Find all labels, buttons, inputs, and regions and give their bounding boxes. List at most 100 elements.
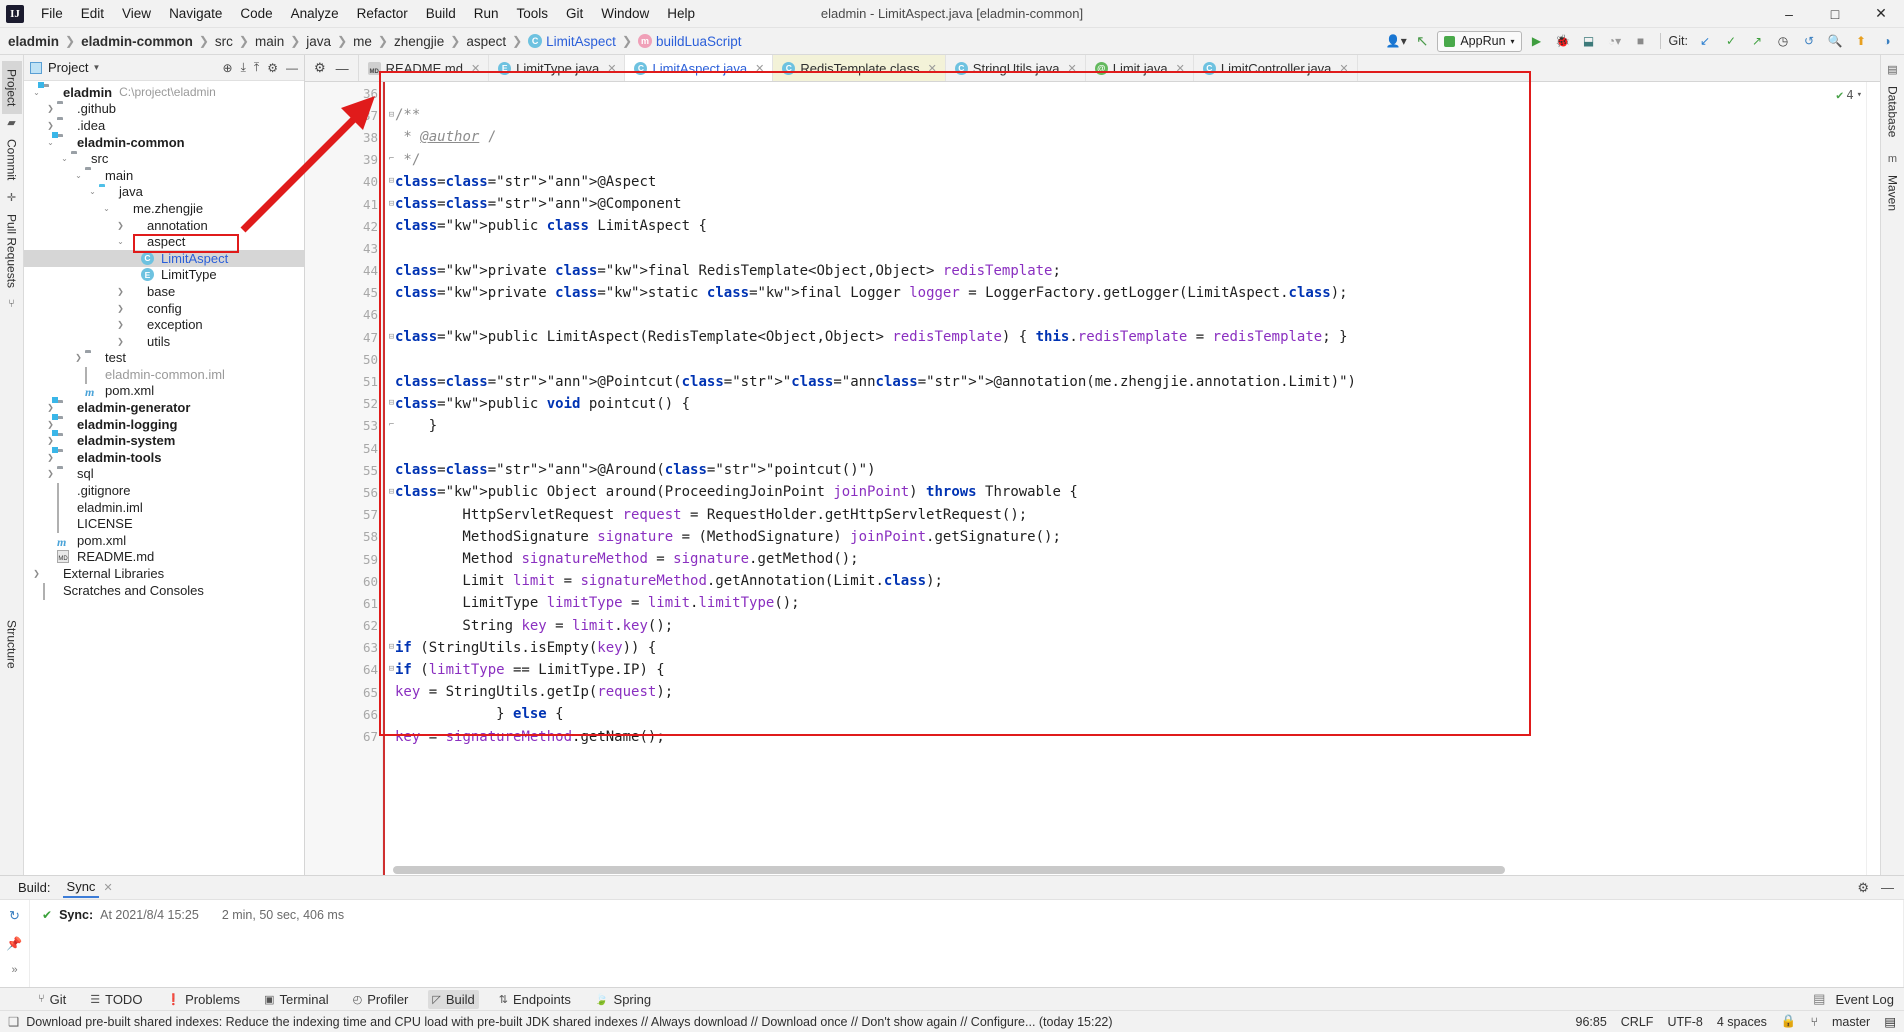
rail-item-structure[interactable]: Structure (2, 612, 22, 677)
breadcrumb-main[interactable]: main (255, 34, 284, 49)
code-line[interactable]: key = signatureMethod .getName(); (395, 725, 1866, 747)
memory-indicator[interactable]: ▤ (1884, 1014, 1896, 1029)
code-line[interactable]: ⊟ class = class ="str">"ann">@Aspect (389, 171, 1866, 193)
tree-node-java[interactable]: ⌄ java (24, 184, 304, 201)
fold-open-icon[interactable]: ⊟ (387, 643, 396, 652)
code-line[interactable]: MethodSignature signature = (MethodSigna… (395, 526, 1866, 548)
tree-node-pom-xml[interactable]: m pom.xml (24, 532, 304, 549)
close-tab-icon[interactable]: ✕ (1176, 62, 1185, 75)
editor-gutter[interactable]: 36 37 38 39 40 41 42 43 44 45 46 47 50 51 52 53 54 55 56 57… (305, 82, 383, 875)
menu-help[interactable]: Help (658, 3, 704, 24)
menu-refactor[interactable]: Refactor (348, 3, 417, 24)
file-encoding[interactable]: UTF-8 (1667, 1015, 1702, 1029)
menu-file[interactable]: File (32, 3, 72, 24)
gutter-line[interactable]: 60 (305, 570, 382, 592)
gutter-line[interactable]: 46 (305, 304, 382, 326)
fold-end-icon[interactable]: ⌐ (387, 155, 396, 164)
code-lines[interactable]: ⊟/** * @author / ⌐ */⊟ class = class ="str">"… (383, 82, 1866, 875)
gutter-line[interactable]: 43 (305, 237, 382, 259)
editor-tab-limitaspect-java[interactable]: C LimitAspect.java ✕ (625, 55, 774, 81)
gutter-line[interactable]: 36 (305, 82, 382, 104)
gutter-line[interactable]: 52 (305, 393, 382, 415)
gutter-line[interactable]: 64 (305, 659, 382, 681)
breadcrumb-limitaspect[interactable]: C LimitAspect (528, 34, 616, 49)
bottom-tool-build[interactable]: ◸ Build (428, 989, 479, 1009)
maximize-button[interactable]: □ (1812, 0, 1858, 28)
tree-node-eladmin-iml[interactable]: eladmin.iml (24, 499, 304, 517)
bottom-tool-terminal[interactable]: ▣ Terminal (260, 990, 333, 1009)
chevron-down-icon[interactable]: ⌄ (58, 154, 71, 163)
menu-tools[interactable]: Tools (508, 3, 558, 24)
gutter-line[interactable]: 66 (305, 703, 382, 725)
chevron-down-icon[interactable]: ▾ (1857, 90, 1862, 100)
code-line[interactable]: ⌐ } (389, 415, 1866, 437)
rollback-icon[interactable]: ↺ (1798, 30, 1820, 52)
caret-position[interactable]: 96:85 (1576, 1015, 1607, 1029)
chevron-right-icon[interactable]: ❯ (44, 403, 57, 412)
code-line[interactable] (395, 82, 1866, 104)
chevron-down-icon[interactable]: ⌄ (72, 171, 85, 180)
code-line[interactable]: ⊟ class ="kw">public LimitAspect(RedisTem… (389, 326, 1866, 348)
close-tab-icon[interactable]: ✕ (1068, 62, 1077, 75)
chevron-right-icon[interactable]: ❯ (44, 469, 57, 478)
minimize-icon[interactable]: — (1881, 880, 1894, 896)
code-line[interactable]: ⊟ class = class ="str">"ann">@Component (389, 193, 1866, 215)
run-icon[interactable]: ▶ (1526, 30, 1548, 52)
code-line[interactable]: class = class ="str">"ann">@Pointcut(class =… (395, 370, 1866, 392)
breadcrumb-src[interactable]: src (215, 34, 233, 49)
tree-node-license[interactable]: LICENSE (24, 515, 304, 534)
history-icon[interactable]: ◷ (1772, 30, 1794, 52)
code-line[interactable]: Method signatureMethod = signature .getMe… (395, 548, 1866, 570)
tree-node-eladmin-logging[interactable]: ❯ eladmin-logging (24, 416, 304, 433)
notifications-icon[interactable]: ⬆ (1850, 30, 1872, 52)
inspection-status[interactable]: ✔ 4 ▾ (1836, 88, 1862, 102)
chevron-down-icon[interactable]: ⌄ (100, 204, 113, 213)
chevron-right-icon[interactable]: ❯ (44, 420, 57, 429)
gutter-line[interactable]: 62 (305, 615, 382, 637)
fold-open-icon[interactable]: ⊟ (387, 665, 396, 674)
gutter-line[interactable]: 40 (305, 171, 382, 193)
chevron-right-icon[interactable]: ❯ (114, 304, 127, 313)
chevron-right-icon[interactable]: ❯ (114, 320, 127, 329)
rail-item-maven[interactable]: Maven (1883, 167, 1903, 219)
gutter-line[interactable]: 47 (305, 326, 382, 348)
build-tab-sync[interactable]: Sync (62, 877, 100, 898)
breadcrumb-eladmin[interactable]: eladmin (8, 34, 59, 49)
update-project-icon[interactable]: ↙ (1694, 30, 1716, 52)
close-tab-icon[interactable]: ✕ (471, 62, 480, 75)
breadcrumb-eladmin-common[interactable]: eladmin-common (81, 34, 193, 49)
chevron-right-icon[interactable]: ❯ (44, 436, 57, 445)
minimize-editor-icon[interactable]: — (336, 61, 349, 76)
commit-icon[interactable]: ✓ (1720, 30, 1742, 52)
tree-node-exception[interactable]: ❯ exception (24, 316, 304, 333)
search-everywhere-icon[interactable]: 🔍 (1824, 30, 1846, 52)
gutter-line[interactable]: 42 (305, 215, 382, 237)
bottom-tool-spring[interactable]: 🍃 Spring (591, 990, 655, 1009)
editor-tab-limitcontroller-java[interactable]: C LimitController.java ✕ (1194, 55, 1358, 81)
tree-node--idea[interactable]: ❯ .idea (24, 117, 304, 134)
lock-icon[interactable]: 🔒 (1781, 1014, 1797, 1029)
code-line[interactable]: ⊟ if (limitType == LimitType.IP) { (389, 659, 1866, 681)
close-tab-icon[interactable]: ✕ (607, 62, 616, 75)
fold-end-icon[interactable]: ⌐ (387, 421, 396, 430)
close-button[interactable]: ✕ (1858, 0, 1904, 28)
run-configuration-selector[interactable]: AppRun ▾ (1437, 30, 1522, 52)
tree-node-pom-xml[interactable]: m pom.xml (24, 383, 304, 399)
chevron-right-icon[interactable]: ❯ (72, 353, 85, 362)
code-line[interactable]: Limit limit = signatureMethod .getAnnotat… (395, 570, 1866, 592)
gutter-line[interactable]: 63 (305, 637, 382, 659)
chevron-down-icon[interactable]: ▼ (92, 63, 100, 72)
fold-open-icon[interactable]: ⊟ (387, 199, 396, 209)
bottom-tool-git[interactable]: ⑂ Git (34, 990, 70, 1009)
chevron-right-icon[interactable]: ❯ (114, 221, 127, 230)
profiler-icon[interactable]: 👤▾ (1385, 30, 1407, 52)
tree-node-external-libraries[interactable]: ❯ External Libraries (24, 565, 304, 582)
menu-code[interactable]: Code (231, 3, 281, 24)
editor-tab-limit-java[interactable]: @ Limit.java ✕ (1086, 55, 1194, 81)
gear-icon[interactable]: ⚙ (314, 60, 326, 76)
gutter-line[interactable]: 56 (305, 481, 382, 503)
rail-item-database[interactable]: Database (1883, 78, 1903, 145)
tree-node-sql[interactable]: ❯ sql (24, 466, 304, 483)
gutter-line[interactable]: 59 (305, 548, 382, 570)
tree-node--github[interactable]: ❯ .github (24, 101, 304, 118)
